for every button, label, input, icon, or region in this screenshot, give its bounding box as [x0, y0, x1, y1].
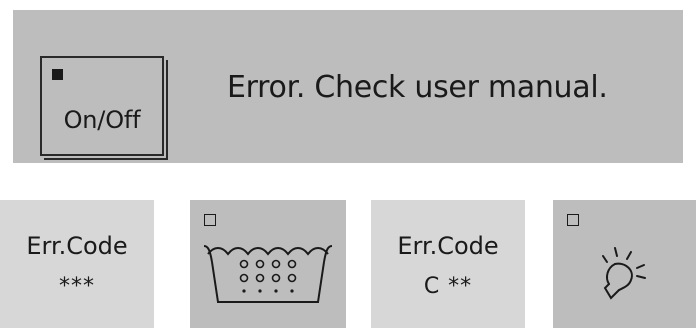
error-message: Error. Check user manual.: [227, 70, 608, 105]
lightbulb-icon: [602, 247, 646, 300]
error-code-tile-2: Err.Code C **: [371, 200, 525, 328]
basin-tile[interactable]: [190, 200, 346, 328]
power-indicator: [52, 69, 63, 80]
power-button-label: On/Off: [63, 106, 141, 134]
basin-icon: [204, 245, 332, 303]
light-checkbox[interactable]: [567, 214, 579, 226]
error-code-tile-1: Err.Code ***: [0, 200, 154, 328]
basin-checkbox[interactable]: [204, 214, 216, 226]
light-tile[interactable]: [553, 200, 696, 328]
error-code-label: Err.Code: [26, 232, 128, 260]
error-code-label: Err.Code: [397, 232, 499, 260]
status-panel: On/Off Error. Check user manual.: [13, 10, 683, 163]
error-code-value: ***: [59, 274, 95, 299]
error-code-value: C **: [423, 274, 473, 299]
power-button[interactable]: On/Off: [40, 56, 164, 156]
